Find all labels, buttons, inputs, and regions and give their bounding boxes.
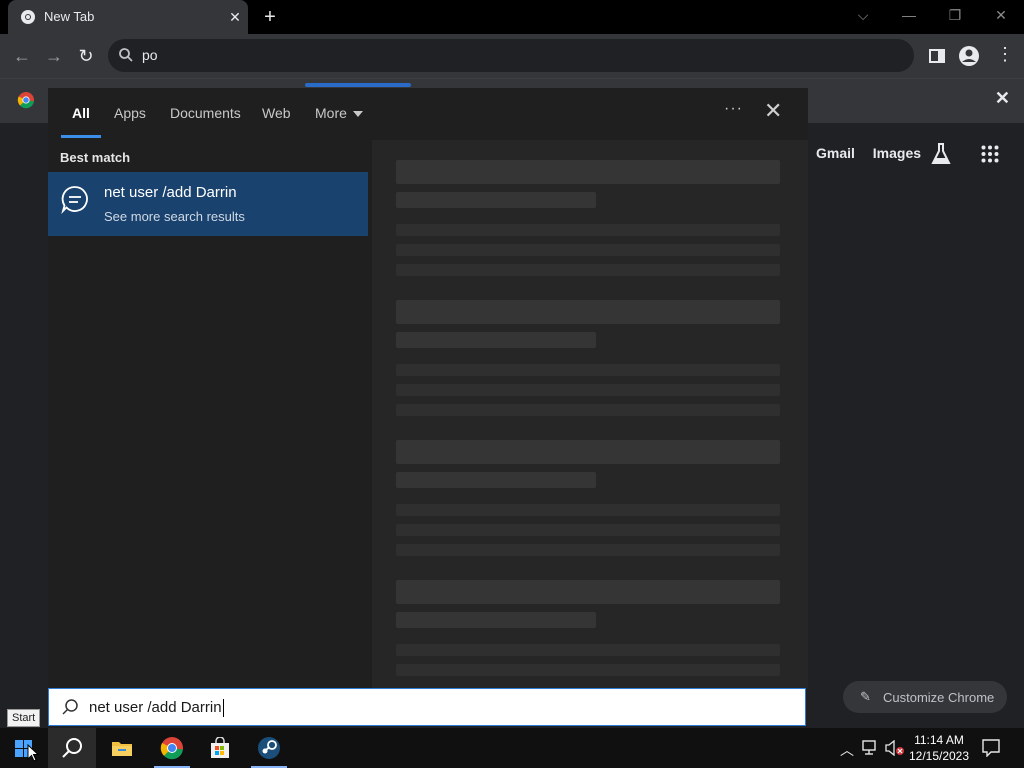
ntp-links: Gmail Images [816,145,935,161]
loading-placeholder [396,612,596,628]
tab-strip: New Tab ✕ + ⌵ — ❐ ✕ [0,0,1024,34]
loading-placeholder [396,224,780,236]
tab-title: New Tab [44,9,95,24]
taskbar-search-button[interactable] [48,728,96,768]
file-explorer-icon [112,742,132,756]
start-button[interactable] [0,728,48,768]
loading-placeholder [396,264,780,276]
preview-pane-loading [372,140,808,688]
minimize-button[interactable]: — [886,0,932,30]
search-input-text: net user /add Darrin [89,699,224,718]
chevron-up-icon[interactable]: ︿ [840,740,854,760]
panel-accent [305,83,411,87]
best-match-result[interactable]: net user /add Darrin See more search res… [48,172,368,236]
chrome-icon [160,737,183,760]
chrome-icon [21,10,35,24]
loading-placeholder [396,192,596,208]
clock-date: 12/15/2023 [908,749,970,763]
results-list: Best match net user /add Darrin See more… [48,140,368,688]
loading-placeholder [396,364,780,376]
loading-placeholder [396,644,780,656]
loading-placeholder [396,384,780,396]
tab-apps[interactable]: Apps [114,105,146,121]
clock-time: 11:14 AM [914,733,964,747]
close-icon[interactable]: ✕ [995,88,1010,109]
start-search-panel: All Apps Documents Web More ··· ✕ Best m… [48,83,808,688]
caret-down-icon [352,111,363,118]
loading-placeholder [396,300,780,324]
tab-close-icon[interactable]: ✕ [224,6,246,28]
pencil-icon: ✎ [860,689,871,704]
loading-placeholder [396,160,780,184]
tab-more-label: More [315,105,347,121]
loading-placeholder [396,664,780,676]
browser-toolbar: ← → ↻ po ⋮ [0,34,1024,78]
volume-muted-icon[interactable] [885,740,905,756]
restore-button[interactable]: ❐ [932,0,978,30]
search-icon [119,48,133,62]
filter-tabs: All Apps Documents Web More ··· ✕ [48,88,808,140]
mouse-cursor-icon [27,744,39,762]
loading-placeholder [396,332,596,348]
loading-placeholder [396,404,780,416]
taskbar: ︿ 11:14 AM 12/15/2023 [0,728,1024,768]
tab-documents[interactable]: Documents [170,105,241,121]
active-tab-indicator [61,135,101,138]
gmail-link[interactable]: Gmail [816,145,855,161]
customize-chrome-button[interactable]: ✎ Customize Chrome [843,681,1007,713]
tab-more[interactable]: More [315,105,363,121]
forward-button[interactable]: → [41,43,67,69]
loading-placeholder [396,544,780,556]
notification-center-icon[interactable] [982,739,1000,757]
network-icon[interactable] [862,740,880,756]
tab-all[interactable]: All [72,105,90,121]
loading-placeholder [396,472,596,488]
more-options-icon[interactable]: ··· [724,100,743,118]
best-match-title: net user /add Darrin [104,184,237,201]
back-button[interactable]: ← [9,43,35,69]
side-panel-icon[interactable] [928,47,946,65]
text-caret [222,699,224,718]
close-icon[interactable]: ✕ [764,100,782,122]
best-match-subtitle: See more search results [104,209,245,224]
search-input[interactable]: net user /add Darrin [48,688,806,726]
file-explorer-button[interactable] [98,728,146,768]
kebab-menu-icon[interactable]: ⋮ [996,44,1014,65]
steam-button[interactable] [245,728,293,768]
apps-grid-icon[interactable] [981,145,999,163]
chrome-taskbar-button[interactable] [148,728,196,768]
images-link[interactable]: Images [873,145,921,161]
search-icon [62,738,82,758]
best-match-heading: Best match [60,150,131,165]
omnibox-text: po [142,47,158,63]
omnibox[interactable]: po [108,39,914,72]
search-icon [62,699,78,715]
store-icon [211,737,229,758]
loading-placeholder [396,440,780,464]
new-tab-button[interactable]: + [258,5,282,29]
steam-icon [258,737,280,759]
tab-web[interactable]: Web [262,105,291,121]
reload-button[interactable]: ↻ [73,43,99,69]
loading-placeholder [396,524,780,536]
loading-placeholder [396,504,780,516]
loading-placeholder [396,580,780,604]
tab-new-tab[interactable]: New Tab ✕ [8,0,248,34]
profile-avatar-icon[interactable] [958,45,980,67]
loading-placeholder [396,244,780,256]
customize-label: Customize Chrome [883,690,995,705]
close-window-button[interactable]: ✕ [978,0,1024,30]
labs-flask-icon[interactable] [930,142,952,166]
store-button[interactable] [196,728,244,768]
chat-bubble-icon [61,186,88,214]
tab-search-chevron-icon[interactable]: ⌵ [840,0,886,30]
chrome-icon[interactable] [17,91,35,109]
start-tooltip: Start [7,709,41,727]
clock[interactable]: 11:14 AM 12/15/2023 [904,732,974,764]
